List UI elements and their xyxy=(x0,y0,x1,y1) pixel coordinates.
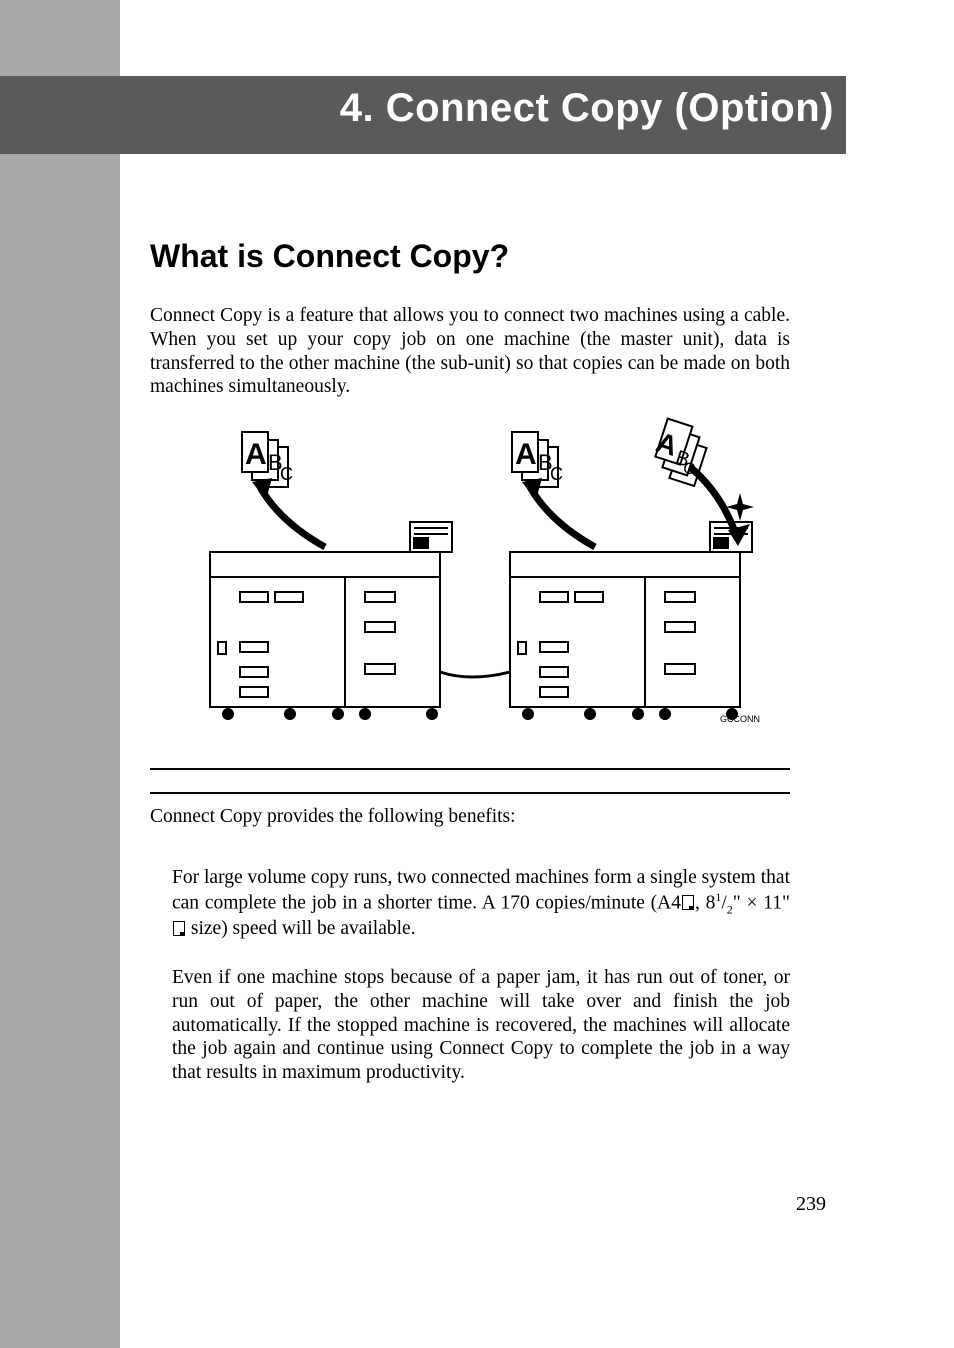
benefit-1-comma: , 8 xyxy=(695,892,715,913)
svg-text:C: C xyxy=(280,464,293,484)
divider xyxy=(150,768,790,770)
page-number: 239 xyxy=(796,1193,826,1216)
orientation-icon xyxy=(682,895,694,910)
benefit-1-times: " × 11" xyxy=(733,892,790,913)
section-title: What is Connect Copy? xyxy=(150,238,509,275)
benefit-2: Even if one machine stops because of a p… xyxy=(172,966,790,1085)
chapter-name: Connect Copy (Option) xyxy=(386,86,834,130)
benefits-intro: Connect Copy provides the following bene… xyxy=(150,806,516,828)
chapter-title: 4. Connect Copy (Option) xyxy=(340,86,834,131)
svg-text:A: A xyxy=(515,438,537,471)
benefit-1-text-b: size) speed will be available. xyxy=(191,918,416,939)
orientation-icon xyxy=(173,921,185,936)
figure-label: GCCONN1J xyxy=(720,714,760,724)
fraction-numerator: 1 xyxy=(715,890,721,904)
svg-text:A: A xyxy=(245,438,267,471)
svg-text:C: C xyxy=(550,464,563,484)
intro-paragraph: Connect Copy is a feature that allows yo… xyxy=(150,304,790,399)
connect-copy-diagram: A B C A B C A B C xyxy=(180,412,760,742)
divider xyxy=(150,792,790,794)
chapter-number: 4. xyxy=(340,86,374,130)
benefit-1: For large volume copy runs, two connecte… xyxy=(172,866,790,941)
left-sidebar xyxy=(0,0,120,1348)
